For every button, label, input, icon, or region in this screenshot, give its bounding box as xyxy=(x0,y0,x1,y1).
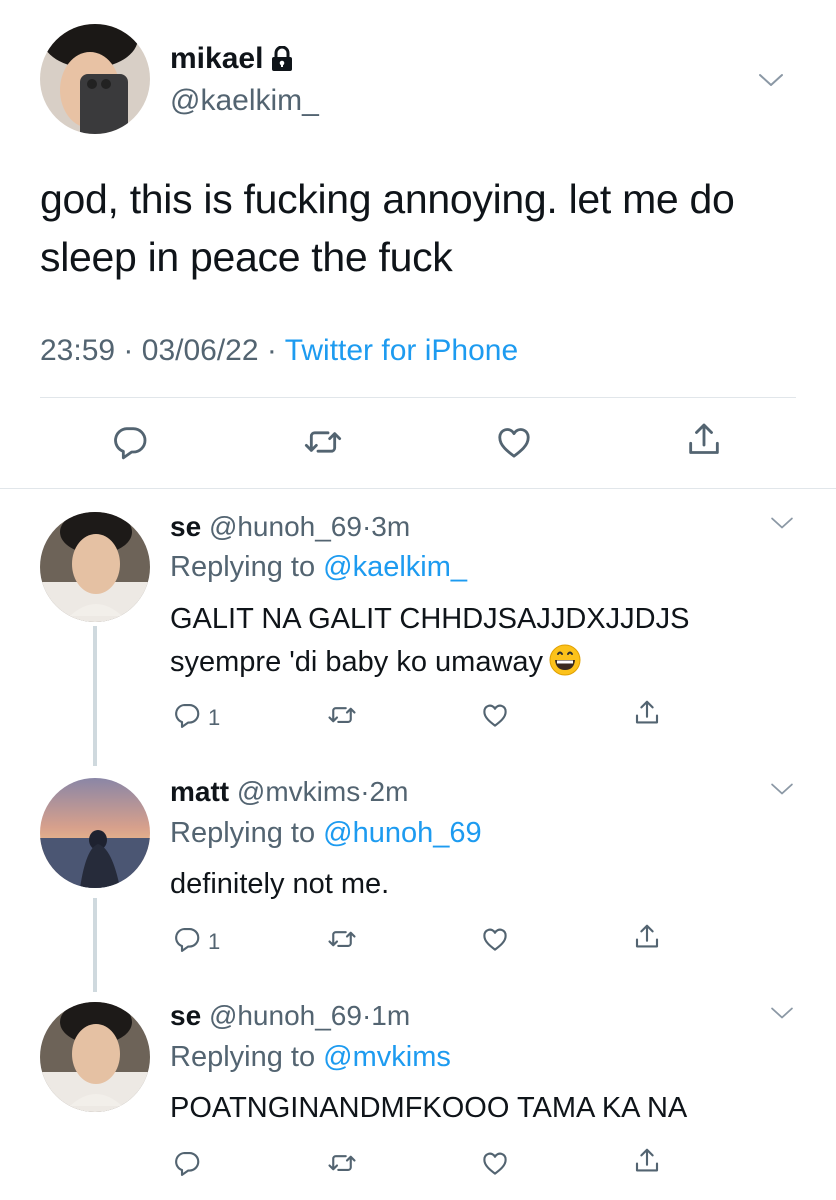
lock-icon xyxy=(271,45,293,72)
meta-separator: · xyxy=(123,334,134,367)
share-icon[interactable] xyxy=(632,1146,662,1176)
separator: · xyxy=(361,511,372,542)
replying-to: Replying to @hunoh_69 xyxy=(170,817,482,850)
reply-header: matt @mvkims·2m xyxy=(170,776,408,808)
reply-header: se @hunoh_69·3m xyxy=(170,511,410,543)
replying-to-label: Replying to xyxy=(170,1041,316,1073)
retweet-icon[interactable] xyxy=(327,1148,357,1178)
reply-count: 1 xyxy=(208,929,221,954)
reply-author-name[interactable]: se xyxy=(170,511,201,542)
reply-text-line: syempre 'di baby ko umaway xyxy=(170,641,581,684)
tweet-text: god, this is fucking annoying. let me do… xyxy=(40,176,735,280)
like-icon[interactable] xyxy=(494,422,534,462)
replying-to-link[interactable]: @hunoh_69 xyxy=(323,817,481,849)
meta-separator: · xyxy=(266,334,277,367)
avatar[interactable] xyxy=(40,24,150,134)
divider xyxy=(0,488,836,489)
share-icon[interactable] xyxy=(632,698,662,728)
reply-icon[interactable] xyxy=(172,924,202,954)
author-name[interactable]: mikael xyxy=(170,42,293,76)
tweet-date: 03/06/22 xyxy=(141,334,259,367)
reply-text-line: POATNGINANDMFKOOO TAMA KA NA xyxy=(170,1092,688,1124)
tweet-time: 23:59 xyxy=(40,334,116,367)
separator: · xyxy=(360,776,370,807)
reply-time[interactable]: 2m xyxy=(370,776,409,807)
replying-to-link[interactable]: @mvkims xyxy=(323,1041,451,1073)
reply-time[interactable]: 3m xyxy=(371,511,410,542)
reply-author-name[interactable]: matt xyxy=(170,776,229,807)
reply-author-handle[interactable]: @hunoh_69 xyxy=(209,511,362,542)
reply-icon[interactable] xyxy=(172,700,202,730)
reply-icon[interactable] xyxy=(172,1148,202,1178)
reply-author-name[interactable]: se xyxy=(170,1000,201,1031)
chevron-down-icon[interactable] xyxy=(768,514,796,532)
reply-author-handle[interactable]: @hunoh_69 xyxy=(209,1000,362,1031)
like-icon[interactable] xyxy=(480,924,510,954)
share-icon[interactable] xyxy=(684,420,724,460)
reply-header: se @hunoh_69·1m xyxy=(170,1000,410,1032)
author-name-text[interactable]: mikael xyxy=(170,42,263,76)
replying-to-link[interactable]: @kaelkim_ xyxy=(323,551,467,583)
reply-count: 1 xyxy=(208,705,221,730)
replying-to-label: Replying to xyxy=(170,551,316,583)
tweet-source-link[interactable]: Twitter for iPhone xyxy=(285,334,518,367)
retweet-icon[interactable] xyxy=(303,422,343,462)
like-icon[interactable] xyxy=(480,700,510,730)
author-handle[interactable]: @kaelkim_ xyxy=(170,84,319,118)
reply-text: syempre 'di baby ko umaway xyxy=(170,646,544,678)
grinning-face-emoji xyxy=(549,644,581,676)
like-icon[interactable] xyxy=(480,1148,510,1178)
replying-to-label: Replying to xyxy=(170,817,316,849)
divider xyxy=(40,397,796,398)
chevron-down-icon[interactable] xyxy=(768,780,796,798)
thread-line xyxy=(93,898,97,992)
chevron-down-icon[interactable] xyxy=(768,1004,796,1022)
reply-icon[interactable] xyxy=(110,422,150,462)
share-icon[interactable] xyxy=(632,922,662,952)
reply-author-handle[interactable]: @mvkims xyxy=(237,776,360,807)
reply-text-line: GALIT NA GALIT CHHDJSAJJDXJJDJS xyxy=(170,603,690,635)
avatar[interactable] xyxy=(40,512,150,622)
separator: · xyxy=(361,1000,372,1031)
avatar[interactable] xyxy=(40,1002,150,1112)
reply-time[interactable]: 1m xyxy=(371,1000,410,1031)
tweet-meta: 23:59 · 03/06/22 · Twitter for iPhone xyxy=(40,334,518,368)
replying-to: Replying to @kaelkim_ xyxy=(170,551,467,584)
replying-to: Replying to @mvkims xyxy=(170,1041,451,1074)
reply-text-line: definitely not me. xyxy=(170,868,390,900)
chevron-down-icon[interactable] xyxy=(756,70,786,90)
retweet-icon[interactable] xyxy=(327,700,357,730)
avatar[interactable] xyxy=(40,778,150,888)
retweet-icon[interactable] xyxy=(327,924,357,954)
thread-line xyxy=(93,626,97,766)
